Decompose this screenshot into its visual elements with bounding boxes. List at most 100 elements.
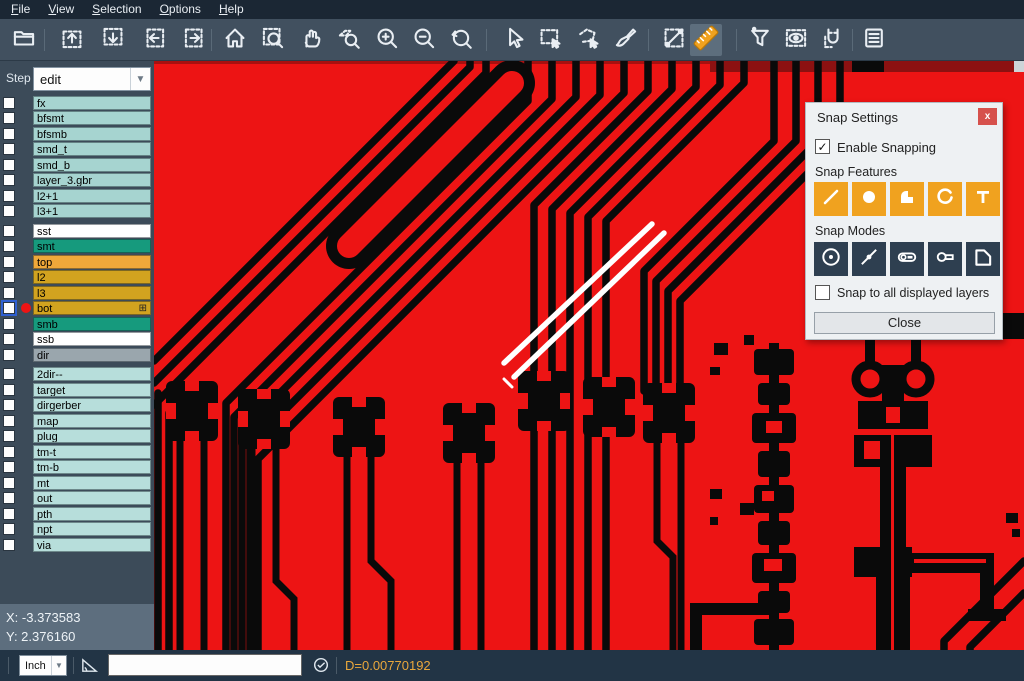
layer-checkbox[interactable] [3, 205, 15, 217]
snap-mode-midpoint-button[interactable] [852, 242, 886, 276]
layer-label[interactable]: layer_3.gbr [33, 173, 151, 187]
layer-checkbox[interactable] [3, 446, 15, 458]
step-select[interactable]: edit ▼ [33, 67, 151, 91]
layer-checkbox[interactable] [3, 508, 15, 520]
toolbar-zoom-window-button[interactable] [257, 24, 289, 56]
layer-checkbox[interactable] [3, 399, 15, 411]
layer-label[interactable]: bot⊞ [33, 301, 151, 315]
layer-checkbox[interactable] [3, 225, 15, 237]
angle-tool-icon[interactable] [80, 656, 99, 680]
layer-label[interactable]: map [33, 414, 151, 428]
toolbar-zoom-previous-button[interactable] [445, 24, 477, 56]
toolbar-pan-up-button[interactable] [56, 24, 88, 56]
command-input[interactable] [108, 654, 302, 676]
unit-select[interactable]: Inch ▼ [19, 655, 67, 676]
layer-label[interactable]: target [33, 383, 151, 397]
toolbar-filter-button[interactable] [744, 24, 776, 56]
menu-view[interactable]: View [39, 0, 83, 19]
toolbar-pan-hand-button[interactable] [295, 24, 327, 56]
toolbar-pan-down-button[interactable] [97, 24, 129, 56]
toolbar-zoom-home-button[interactable] [219, 24, 251, 56]
dialog-close-icon[interactable]: x [978, 108, 997, 125]
toolbar-view-options-button[interactable] [780, 24, 812, 56]
layer-label[interactable]: sst [33, 224, 151, 238]
layer-checkbox[interactable] [3, 461, 15, 473]
layer-checkbox[interactable] [3, 159, 15, 171]
layer-label[interactable]: smd_b [33, 158, 151, 172]
layer-label[interactable]: out [33, 491, 151, 505]
layer-checkbox[interactable] [3, 523, 15, 535]
layer-checkbox[interactable] [3, 539, 15, 551]
toolbar-ruler-button[interactable] [690, 24, 722, 56]
snap-feature-circle-button[interactable] [852, 182, 886, 216]
layer-label[interactable]: ssb [33, 332, 151, 346]
apply-icon[interactable] [312, 656, 330, 679]
snap-mode-pad-entry-button[interactable] [890, 242, 924, 276]
layer-label[interactable]: mt [33, 476, 151, 490]
canvas-scrollbar-nub[interactable] [1014, 61, 1024, 72]
layer-checkbox[interactable] [3, 349, 15, 361]
layer-checkbox[interactable] [3, 112, 15, 124]
toolbar-select-arrow-button[interactable] [498, 24, 530, 56]
toolbar-measure-distance-button[interactable] [658, 24, 690, 56]
toolbar-zoom-out-button[interactable] [408, 24, 440, 56]
layer-checkbox[interactable] [3, 143, 15, 155]
close-button[interactable]: Close [814, 312, 995, 334]
layer-label[interactable]: bfsmb [33, 127, 151, 141]
snap-mode-pad-end-button[interactable] [928, 242, 962, 276]
toolbar-select-rectangle-button[interactable] [534, 24, 566, 56]
layer-checkbox[interactable] [3, 492, 15, 504]
layer-label[interactable]: dirgerber [33, 398, 151, 412]
layer-checkbox[interactable] [3, 415, 15, 427]
toolbar-pan-right-button[interactable] [179, 24, 211, 56]
toolbar-zoom-in-button[interactable] [371, 24, 403, 56]
layer-label[interactable]: plug [33, 429, 151, 443]
chevron-down-icon[interactable]: ▼ [51, 656, 66, 675]
toolbar-brush-select-button[interactable] [610, 24, 642, 56]
enable-snapping-checkbox[interactable]: ✓ [815, 139, 830, 154]
layer-label[interactable]: bfsmt [33, 111, 151, 125]
layer-checkbox[interactable] [3, 430, 15, 442]
layer-checkbox[interactable] [3, 256, 15, 268]
toolbar-layer-panel-button[interactable] [858, 24, 890, 56]
layer-checkbox[interactable] [3, 97, 15, 109]
layer-checkbox[interactable] [3, 333, 15, 345]
layer-label[interactable]: top [33, 255, 151, 269]
layer-checkbox[interactable] [3, 174, 15, 186]
layer-checkbox[interactable] [3, 302, 15, 314]
snap-mode-corner-button[interactable] [966, 242, 1000, 276]
menu-options[interactable]: Options [151, 0, 210, 19]
menu-selection[interactable]: Selection [83, 0, 150, 19]
layer-label[interactable]: tm-t [33, 445, 151, 459]
layer-checkbox[interactable] [3, 368, 15, 380]
layer-label[interactable]: dir [33, 348, 151, 362]
layer-label[interactable]: smd_t [33, 142, 151, 156]
layer-label[interactable]: l2 [33, 270, 151, 284]
layer-checkbox[interactable] [3, 190, 15, 202]
toolbar-pan-left-button[interactable] [138, 24, 170, 56]
menu-file[interactable]: File [2, 0, 39, 19]
layer-checkbox[interactable] [3, 384, 15, 396]
layer-label[interactable]: l3 [33, 286, 151, 300]
layer-label[interactable]: smb [33, 317, 151, 331]
snap-feature-line-button[interactable] [814, 182, 848, 216]
layer-label[interactable]: l2+1 [33, 189, 151, 203]
layer-label[interactable]: fx [33, 96, 151, 110]
snap-feature-arc-button[interactable] [928, 182, 962, 216]
layer-label[interactable]: pth [33, 507, 151, 521]
layer-checkbox[interactable] [3, 271, 15, 283]
toolbar-zoom-dynamic-button[interactable] [333, 24, 365, 56]
snap-feature-text-button[interactable] [966, 182, 1000, 216]
snap-feature-pad-button[interactable] [890, 182, 924, 216]
snap-all-layers-checkbox[interactable] [815, 285, 830, 300]
layer-label[interactable]: via [33, 538, 151, 552]
layer-label[interactable]: l3+1 [33, 204, 151, 218]
layer-grid-icon[interactable]: ⊞ [139, 302, 147, 315]
layer-label[interactable]: npt [33, 522, 151, 536]
layer-checkbox[interactable] [3, 477, 15, 489]
layer-checkbox[interactable] [3, 128, 15, 140]
toolbar-select-polygon-button[interactable] [572, 24, 604, 56]
toolbar-open-file-button[interactable] [8, 24, 40, 56]
layer-checkbox[interactable] [3, 240, 15, 252]
toolbar-snap-settings-button[interactable] [817, 24, 849, 56]
